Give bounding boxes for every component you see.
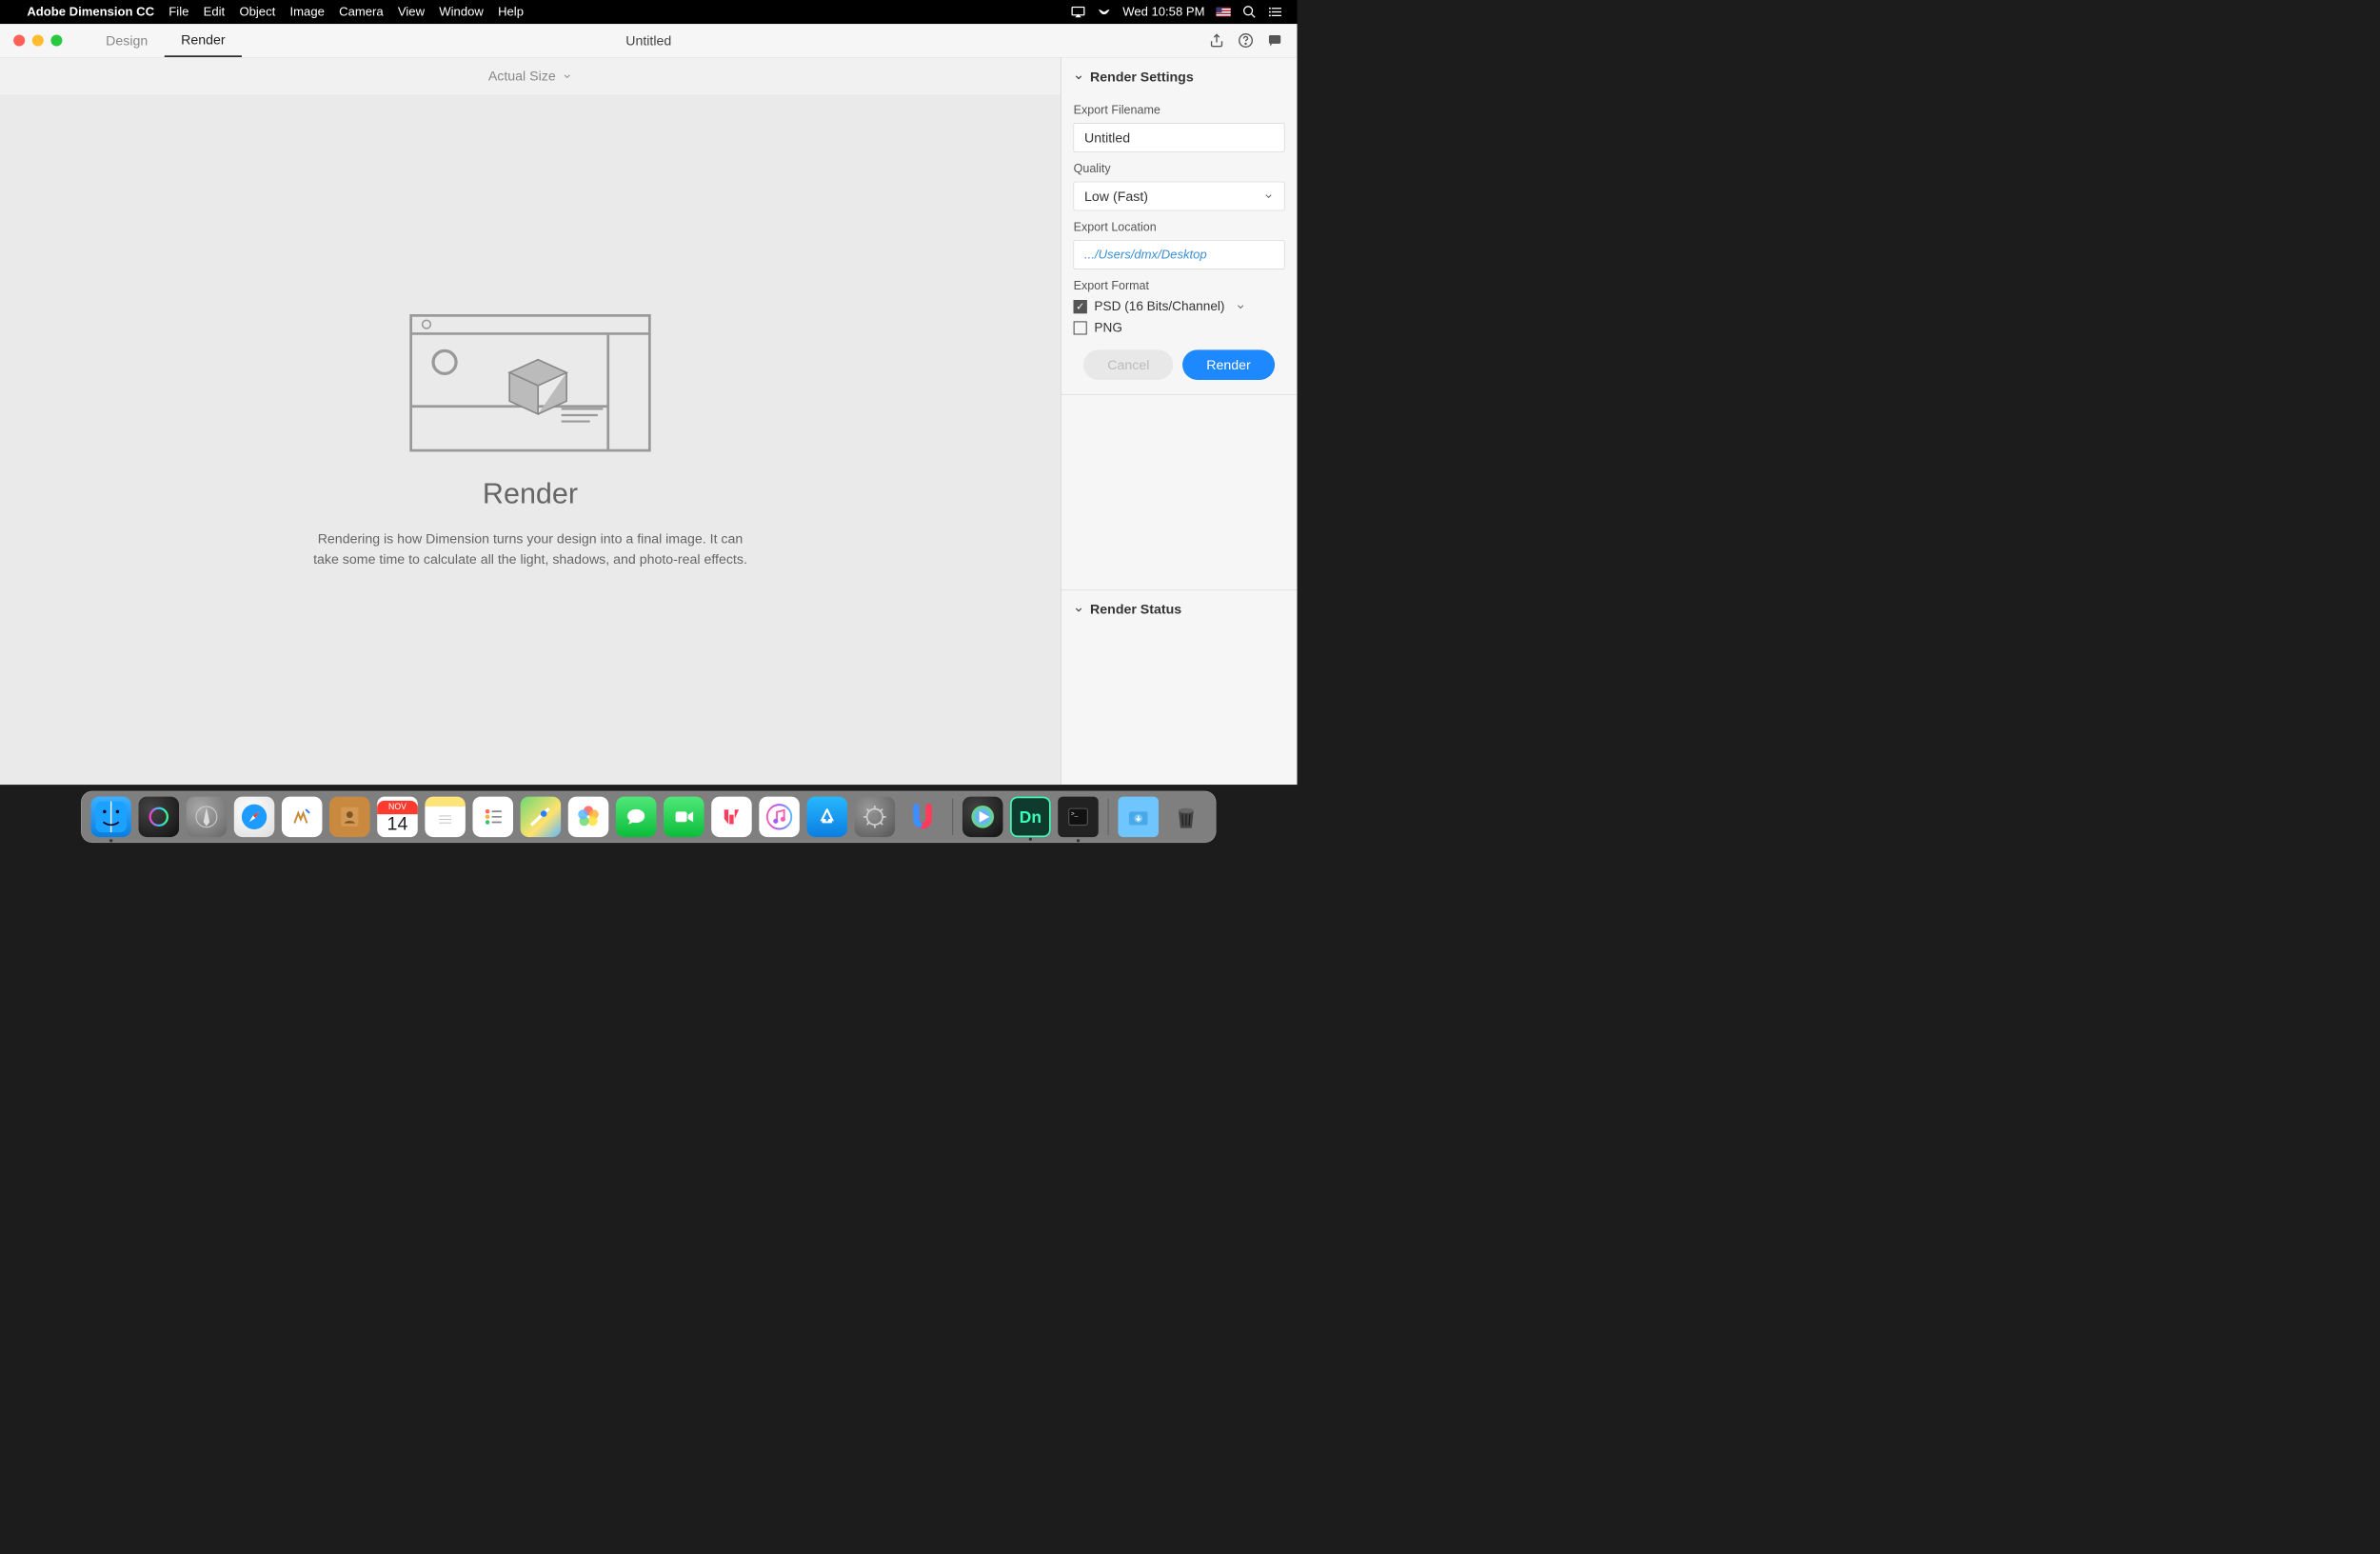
window-actions: [1209, 32, 1298, 48]
canvas-body: Render Rendering is how Dimension turns …: [0, 95, 1061, 785]
dock-area: NOV 14: [0, 785, 1298, 847]
filename-label: Export Filename: [1074, 103, 1285, 117]
zoom-label[interactable]: Actual Size: [488, 68, 556, 84]
location-input[interactable]: .../Users/dmx/Desktop: [1074, 240, 1285, 269]
app-name[interactable]: Adobe Dimension CC: [27, 5, 154, 19]
location-label: Export Location: [1074, 220, 1285, 234]
dock-separator: [1108, 799, 1109, 835]
screen-mirroring-icon[interactable]: [1071, 5, 1085, 19]
placeholder-description: Rendering is how Dimension turns your de…: [307, 528, 754, 569]
chevron-down-icon: [1074, 71, 1084, 82]
canvas-area: Actual Size Render Rendering is how Dime…: [0, 57, 1061, 785]
window-titlebar: Design Render Untitled: [0, 24, 1298, 57]
render-status-header[interactable]: Render Status: [1061, 590, 1298, 629]
right-panel: Render Settings Export Filename Quality …: [1061, 57, 1298, 785]
menu-file[interactable]: File: [169, 5, 188, 19]
checkbox-icon: [1074, 321, 1087, 334]
dock-siri-icon[interactable]: [139, 797, 180, 838]
format-png-checkbox[interactable]: PNG: [1074, 320, 1285, 335]
macos-menubar: Adobe Dimension CC File Edit Object Imag…: [0, 0, 1298, 24]
feedback-icon[interactable]: [1267, 32, 1282, 48]
bluetooth-icon[interactable]: [1097, 5, 1111, 19]
tab-render[interactable]: Render: [165, 24, 242, 57]
location-value: .../Users/dmx/Desktop: [1084, 248, 1207, 262]
dock-messages-icon[interactable]: [616, 797, 657, 838]
render-settings-title: Render Settings: [1090, 69, 1194, 85]
tab-design[interactable]: Design: [89, 24, 165, 57]
dock-photos-icon[interactable]: [568, 797, 609, 838]
menu-view[interactable]: View: [398, 5, 425, 19]
dock-separator: [952, 799, 953, 835]
chevron-down-icon: [1074, 605, 1084, 615]
dock-settings-icon[interactable]: [855, 797, 896, 838]
dock-trash-icon[interactable]: [1166, 797, 1207, 838]
dock-safari-icon[interactable]: [234, 797, 275, 838]
share-icon[interactable]: [1209, 32, 1224, 48]
dock-terminal-icon[interactable]: >_: [1058, 797, 1099, 838]
dock-news-icon[interactable]: [711, 797, 752, 838]
checkbox-icon: [1074, 300, 1087, 313]
render-placeholder-illustration: [406, 310, 655, 456]
cancel-button[interactable]: Cancel: [1083, 349, 1173, 380]
dock-finder-icon[interactable]: [90, 797, 131, 838]
traffic-lights: [0, 35, 62, 47]
window-minimize-button[interactable]: [32, 35, 44, 47]
quality-select[interactable]: Low (Fast): [1074, 182, 1285, 211]
quality-value: Low (Fast): [1084, 189, 1148, 205]
dock-dimension-icon[interactable]: Dn: [1010, 797, 1051, 838]
window-close-button[interactable]: [13, 35, 25, 47]
menu-edit[interactable]: Edit: [204, 5, 226, 19]
menu-window[interactable]: Window: [439, 5, 484, 19]
menu-object[interactable]: Object: [239, 5, 275, 19]
help-icon[interactable]: [1238, 32, 1253, 48]
button-row: Cancel Render: [1074, 349, 1285, 380]
menubar-clock[interactable]: Wed 10:58 PM: [1122, 5, 1204, 19]
dock-magnet-icon[interactable]: [902, 797, 943, 838]
render-settings-section: Render Settings Export Filename Quality …: [1061, 57, 1298, 394]
main-area: Actual Size Render Rendering is how Dime…: [0, 57, 1298, 785]
dock-calendar-icon[interactable]: NOV 14: [377, 797, 418, 838]
placeholder-title: Render: [483, 476, 578, 509]
mode-tabs: Design Render: [89, 24, 242, 57]
dock-appstore-icon[interactable]: [806, 797, 847, 838]
input-source-flag-icon[interactable]: [1216, 8, 1230, 17]
dock-media-icon[interactable]: [962, 797, 1003, 838]
chevron-down-icon[interactable]: [1235, 301, 1245, 311]
spotlight-icon[interactable]: [1242, 5, 1257, 19]
menu-list-icon[interactable]: [1268, 5, 1282, 19]
format-png-label: PNG: [1094, 320, 1122, 335]
quality-label: Quality: [1074, 161, 1285, 175]
dock-contacts-icon[interactable]: [329, 797, 370, 838]
render-status-section: Render Status: [1061, 589, 1298, 785]
dock-maps-icon[interactable]: [521, 797, 562, 838]
canvas-toolbar: Actual Size: [0, 57, 1061, 94]
chevron-down-icon[interactable]: [562, 70, 572, 81]
menu-help[interactable]: Help: [498, 5, 524, 19]
dock-mail-icon[interactable]: [282, 797, 323, 838]
menubar-status: Wed 10:58 PM: [1071, 5, 1283, 19]
dock-facetime-icon[interactable]: [664, 797, 704, 838]
calendar-day: 14: [387, 814, 408, 833]
render-button[interactable]: Render: [1182, 349, 1275, 380]
filename-input[interactable]: [1074, 123, 1285, 152]
dock-itunes-icon[interactable]: [759, 797, 800, 838]
menu-image[interactable]: Image: [290, 5, 325, 19]
format-label: Export Format: [1074, 279, 1285, 293]
window-maximize-button[interactable]: [50, 35, 62, 47]
menubar-menus: File Edit Object Image Camera View Windo…: [169, 5, 524, 19]
dock-downloads-icon[interactable]: [1118, 797, 1159, 838]
format-psd-label: PSD (16 Bits/Channel): [1094, 299, 1224, 314]
render-status-title: Render Status: [1090, 602, 1181, 618]
dock-reminders-icon[interactable]: [472, 797, 513, 838]
dock: NOV 14: [81, 791, 1216, 844]
dock-notes-icon[interactable]: [425, 797, 466, 838]
format-psd-checkbox[interactable]: PSD (16 Bits/Channel): [1074, 299, 1285, 314]
dock-launchpad-icon[interactable]: [187, 797, 228, 838]
document-title: Untitled: [625, 32, 671, 49]
svg-text:>_: >_: [1071, 811, 1079, 818]
chevron-down-icon: [1263, 191, 1274, 202]
render-settings-header[interactable]: Render Settings: [1061, 57, 1298, 96]
menu-camera[interactable]: Camera: [339, 5, 384, 19]
render-settings-content: Export Filename Quality Low (Fast) Expor…: [1061, 96, 1298, 394]
